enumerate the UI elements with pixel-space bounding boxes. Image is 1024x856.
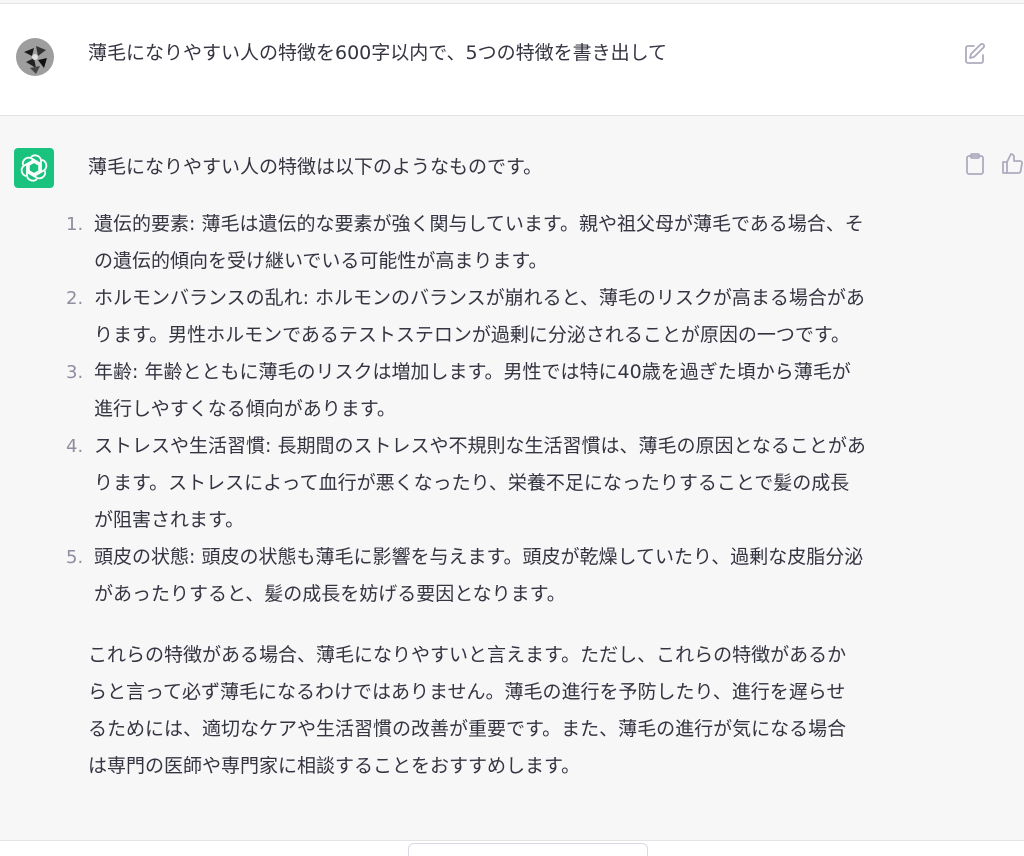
conclusion-line: これらの特徴がある場合、薄毛になりやすいと言えます。ただし、これらの特徴があるか bbox=[88, 644, 847, 666]
conclusion-line: るためには、適切なケアや生活習慣の改善が重要です。また、薄毛の進行が気になる場合 bbox=[88, 718, 847, 740]
edit-icon[interactable] bbox=[963, 42, 987, 66]
user-message-text: 薄毛になりやすい人の特徴を600字以内で、5つの特徴を書き出して bbox=[88, 42, 668, 64]
list-item: 5. 頭皮の状態: 頭皮の状態も薄毛に影響を与えます。頭皮が乾燥していたり、過剰… bbox=[66, 539, 958, 613]
list-item: 3. 年齢: 年齢とともに薄毛のリスクは増加します。男性では特に40歳を過ぎた頃… bbox=[66, 354, 958, 428]
list-item: 1. 遺伝的要素: 薄毛は遺伝的な要素が強く関与しています。親や祖父母が薄毛であ… bbox=[66, 206, 958, 280]
list-item-line: ホルモンバランスの乱れ: ホルモンのバランスが崩れると、薄毛のリスクが高まる場合… bbox=[94, 287, 865, 309]
assistant-intro: 薄毛になりやすい人の特徴は以下のようなものです。 bbox=[88, 156, 543, 178]
thumbs-up-icon[interactable] bbox=[1000, 152, 1024, 176]
list-item-line: 進行しやすくなる傾向があります。 bbox=[94, 398, 396, 420]
conclusion-line: らと言って必ず薄毛になるわけではありません。薄毛の進行を予防したり、進行を遅らせ bbox=[88, 681, 846, 703]
assistant-message-row: 薄毛になりやすい人の特徴は以下のようなものです。 1. 遺伝的要素: 薄毛は遺伝… bbox=[0, 116, 1024, 841]
list-item: 4. ストレスや生活習慣: 長期間のストレスや不規則な生活習慣は、薄毛の原因とな… bbox=[66, 428, 958, 539]
conclusion-line: は専門の医師や専門家に相談することをおすすめします。 bbox=[88, 755, 581, 777]
list-item-line: ります。男性ホルモンであるテストステロンが過剰に分泌されることが原因の一つです。 bbox=[94, 324, 851, 346]
list-item-line: 頭皮の状態: 頭皮の状態も薄毛に影響を与えます。頭皮が乾燥していたり、過剰な皮脂… bbox=[94, 546, 864, 568]
list-number: 5. bbox=[66, 547, 84, 568]
openai-logo-icon bbox=[14, 148, 54, 188]
assistant-conclusion: これらの特徴がある場合、薄毛になりやすいと言えます。ただし、これらの特徴があるか… bbox=[88, 637, 958, 785]
list-number: 4. bbox=[66, 436, 84, 457]
list-item: 2. ホルモンバランスの乱れ: ホルモンのバランスが崩れると、薄毛のリスクが高ま… bbox=[66, 280, 958, 354]
list-number: 3. bbox=[66, 362, 84, 383]
list-item-line: の遺伝的傾向を受け継いでいる可能性が高まります。 bbox=[94, 250, 548, 272]
user-message-row: 薄毛になりやすい人の特徴を600字以内で、5つの特徴を書き出して bbox=[0, 4, 1024, 116]
list-number: 1. bbox=[66, 214, 84, 235]
regenerate-button-edge[interactable] bbox=[408, 843, 648, 856]
list-item-line: ります。ストレスによって血行が悪くなったり、栄養不足になったりすることで髪の成長 bbox=[94, 472, 850, 494]
list-item-line: 遺伝的要素: 薄毛は遺伝的な要素が強く関与しています。親や祖父母が薄毛である場合… bbox=[94, 213, 864, 235]
user-avatar bbox=[16, 38, 54, 76]
list-item-line: ストレスや生活習慣: 長期間のストレスや不規則な生活習慣は、薄毛の原因となること… bbox=[94, 435, 866, 457]
list-item-line: が阻害されます。 bbox=[94, 509, 245, 531]
assistant-message-content: 薄毛になりやすい人の特徴は以下のようなものです。 1. 遺伝的要素: 薄毛は遺伝… bbox=[66, 149, 958, 785]
clipboard-icon[interactable] bbox=[964, 152, 986, 176]
list-item-line: があったりすると、髪の成長を妨げる要因となります。 bbox=[94, 583, 566, 605]
list-number: 2. bbox=[66, 288, 84, 309]
list-item-line: 年齢: 年齢とともに薄毛のリスクは増加します。男性では特に40歳を過ぎた頃から薄… bbox=[94, 361, 851, 383]
characteristics-list: 1. 遺伝的要素: 薄毛は遺伝的な要素が強く関与しています。親や祖父母が薄毛であ… bbox=[66, 206, 958, 613]
